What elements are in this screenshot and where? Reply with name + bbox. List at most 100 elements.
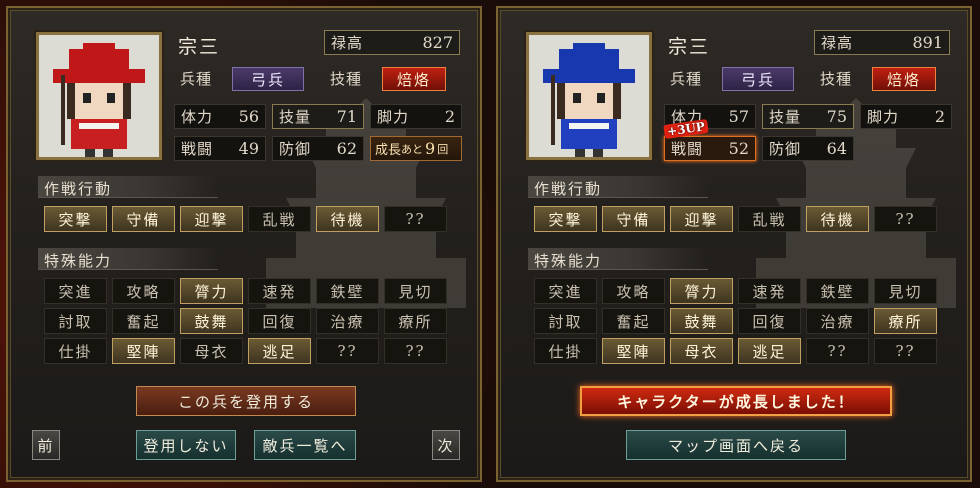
unit-type-badge: 弓兵 <box>722 67 794 91</box>
growth-banner: キャラクターが成長しました！ <box>580 386 892 416</box>
skill-type-label: 技種 <box>820 70 853 88</box>
next-button[interactable]: 次 <box>432 430 460 460</box>
stat-value: 64 <box>826 139 847 158</box>
tactics-title: 作戦行動 <box>38 176 218 198</box>
stat-speed: 脚力 2 <box>370 104 462 129</box>
skill-type-badge: 焙烙 <box>382 67 446 91</box>
stat-value: 75 <box>826 107 847 126</box>
character-portrait <box>526 32 652 160</box>
stat-label: 脚力 <box>377 108 410 126</box>
stipend-box: 禄高 827 <box>324 30 460 55</box>
ability-cell: 奮起 <box>112 308 175 334</box>
ability-cell: 突進 <box>44 278 107 304</box>
ability-cell: 速発 <box>248 278 311 304</box>
skill-type-row: 技種 <box>814 66 874 91</box>
growth-prefix: 成長 <box>375 143 402 158</box>
prev-button[interactable]: 前 <box>32 430 60 460</box>
tactic-cell: 守備 <box>602 206 665 232</box>
ability-cell: 討取 <box>44 308 107 334</box>
tactics-grid: 突撃 守備 迎撃 乱戦 待機?? <box>534 206 937 232</box>
growth-suffix: 回 <box>437 142 449 156</box>
ability-cell: 鉄壁 <box>806 278 869 304</box>
stipend-box: 禄高 891 <box>814 30 950 55</box>
stat-value: 2 <box>444 107 455 126</box>
character-portrait <box>36 32 162 160</box>
ability-cell: 鼓舞 <box>670 308 733 334</box>
ability-cell: 仕掛 <box>44 338 107 364</box>
stat-value: 56 <box>238 107 259 126</box>
stat-value: 49 <box>238 139 259 158</box>
ability-cell: 回復 <box>738 308 801 334</box>
tactic-cell: 守備 <box>112 206 175 232</box>
ability-cell: 堅陣 <box>112 338 175 364</box>
archer-sprite-icon <box>39 35 159 157</box>
ability-cell: ?? <box>384 338 447 364</box>
stat-value: 52 <box>728 139 749 158</box>
stat-hp: 体力 56 <box>174 104 266 129</box>
ability-cell: 逃足 <box>248 338 311 364</box>
ability-cell: ?? <box>806 338 869 364</box>
tactic-cell: 迎撃 <box>670 206 733 232</box>
ability-cell: 膂力 <box>180 278 243 304</box>
stat-combat: 戦闘 49 <box>174 136 266 161</box>
abilities-title: 特殊能力 <box>528 248 708 270</box>
tactic-cell: 突撃 <box>534 206 597 232</box>
stipend-label: 禄高 <box>331 34 364 52</box>
character-name: 宗三 <box>178 36 221 58</box>
ability-cell: 治療 <box>316 308 379 334</box>
stat-value: 2 <box>934 107 945 126</box>
ability-cell: 堅陣 <box>602 338 665 364</box>
stat-skill: 技量 75 <box>762 104 854 129</box>
tactic-cell: 迎撃 <box>180 206 243 232</box>
stat-value: 62 <box>336 139 357 158</box>
ability-cell: 鼓舞 <box>180 308 243 334</box>
recruit-button[interactable]: この兵を登用する <box>136 386 356 416</box>
stipend-value: 891 <box>912 33 943 52</box>
tactic-cell: 突撃 <box>44 206 107 232</box>
ability-cell: 膂力 <box>670 278 733 304</box>
ability-cell: 攻略 <box>112 278 175 304</box>
ability-cell: 逃足 <box>738 338 801 364</box>
unit-type-badge: 弓兵 <box>232 67 304 91</box>
tactics-grid: 突撃 守備 迎撃 乱戦 待機?? <box>44 206 447 232</box>
stat-label: 防御 <box>769 140 802 158</box>
ability-cell: 奮起 <box>602 308 665 334</box>
tactic-cell: ?? <box>874 206 937 232</box>
ability-cell: 速発 <box>738 278 801 304</box>
skill-type-badge: 焙烙 <box>872 67 936 91</box>
growth-mid: あと <box>401 142 424 156</box>
stipend-value: 827 <box>422 33 453 52</box>
stat-combat: 戦闘 52 <box>664 136 756 161</box>
stat-skill: 技量 71 <box>272 104 364 129</box>
ability-cell: 母衣 <box>670 338 733 364</box>
ability-cell: 見切 <box>384 278 447 304</box>
abilities-grid: 突進 攻略 膂力 速発 鉄壁 見切 討取 奮起 鼓舞 回復 治療 療所 仕掛 堅陣 母衣 逃足???? <box>44 278 447 364</box>
skill-type-row: 技種 <box>324 66 384 91</box>
stat-label: 戦闘 <box>671 140 704 158</box>
stat-label: 体力 <box>181 108 214 126</box>
ability-cell: 回復 <box>248 308 311 334</box>
ability-cell: 突進 <box>534 278 597 304</box>
tactic-cell: 待機 <box>316 206 379 232</box>
growth-result-panel: 宗三 禄高 891 兵種 弓兵 技種 焙烙 体力 57 技量 75 脚力 2 戦… <box>496 6 972 482</box>
unit-type-label: 兵種 <box>180 70 213 88</box>
tactic-cell: 乱戦 <box>248 206 311 232</box>
stat-value: 57 <box>728 107 749 126</box>
stat-label: 戦闘 <box>181 140 214 158</box>
stat-label: 防御 <box>279 140 312 158</box>
tactic-cell: 乱戦 <box>738 206 801 232</box>
tactics-title: 作戦行動 <box>528 176 708 198</box>
tactic-cell: 待機 <box>806 206 869 232</box>
ability-cell: 療所 <box>874 308 937 334</box>
ability-cell: 鉄壁 <box>316 278 379 304</box>
ability-cell: 見切 <box>874 278 937 304</box>
archer-sprite-icon <box>529 35 649 157</box>
back-to-map-button[interactable]: マップ画面へ戻る <box>626 430 846 460</box>
ability-cell: 母衣 <box>180 338 243 364</box>
enemy-list-button[interactable]: 敵兵一覧へ <box>254 430 356 460</box>
tactic-cell: ?? <box>384 206 447 232</box>
character-name: 宗三 <box>668 36 711 58</box>
stat-label: 技量 <box>769 108 802 126</box>
skip-recruit-button[interactable]: 登用しない <box>136 430 236 460</box>
stat-speed: 脚力 2 <box>860 104 952 129</box>
